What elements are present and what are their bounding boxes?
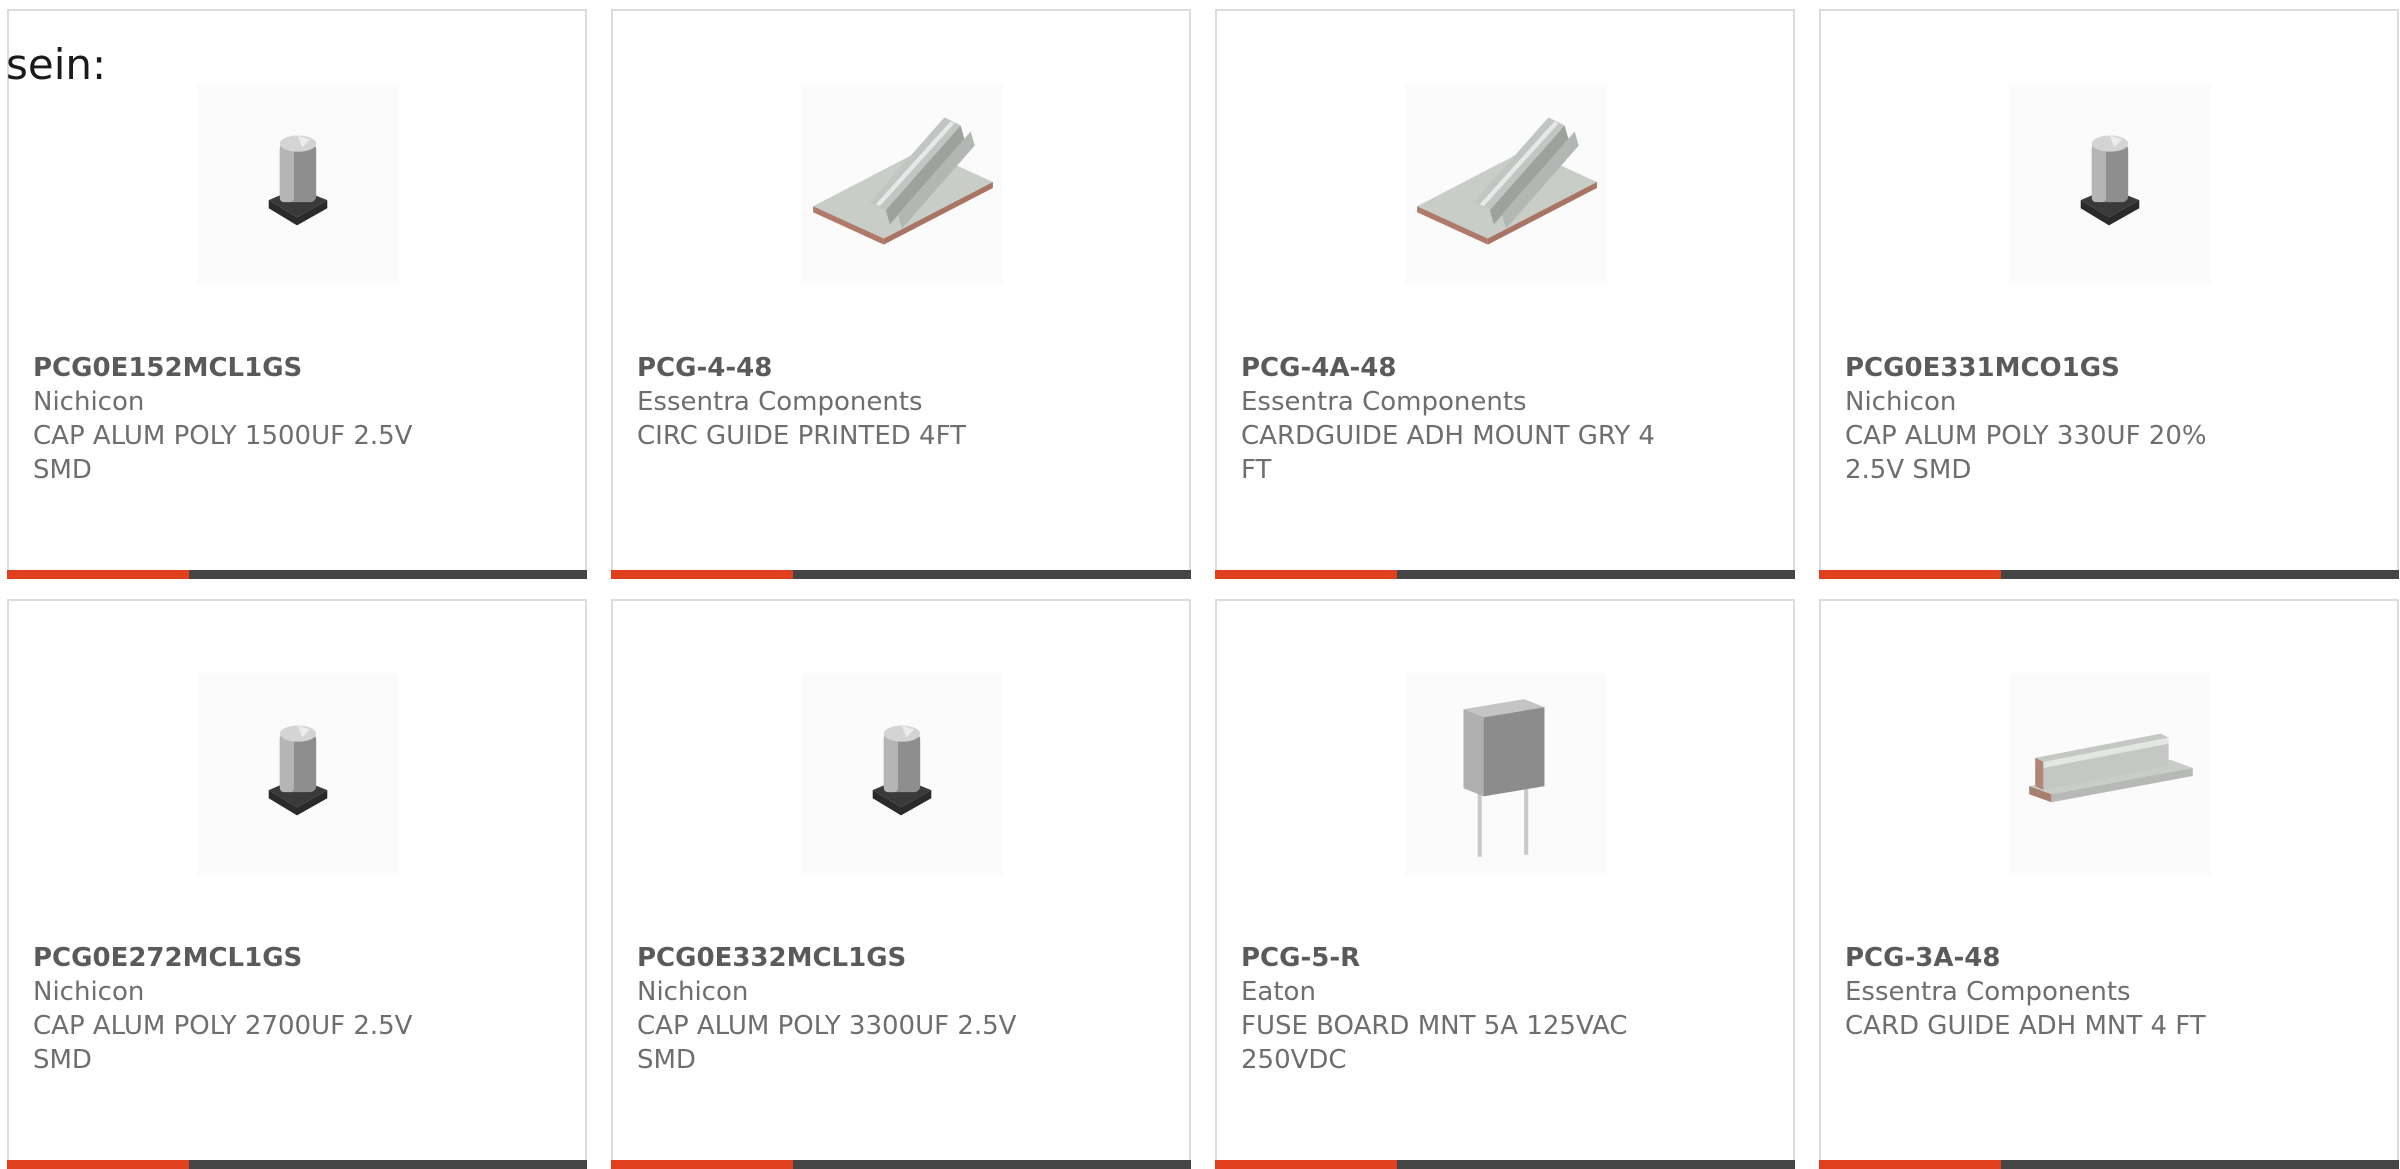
product-info: PCG-4-48 Essentra Components CIRC GUIDE … [637, 351, 1057, 453]
description: FUSE BOARD MNT 5A 125VAC 250VDC [1241, 1011, 1628, 1075]
product-info: PCG0E332MCL1GS Nichicon CAP ALUM POLY 33… [637, 941, 1057, 1077]
description: CIRC GUIDE PRINTED 4FT [637, 421, 966, 451]
card-footer-bar [1819, 1160, 2399, 1169]
card-accent [1819, 1160, 2001, 1169]
intro-text: sein: [6, 40, 107, 89]
description: CAP ALUM POLY 3300UF 2.5V SMD [637, 1011, 1017, 1075]
product-info: PCG-3A-48 Essentra Components CARD GUIDE… [1845, 941, 2265, 1043]
manufacturer: Nichicon [1845, 387, 1957, 417]
part-number[interactable]: PCG0E331MCO1GS [1845, 351, 2265, 385]
product-image[interactable] [801, 83, 1003, 285]
product-image[interactable] [197, 673, 399, 875]
product-card[interactable]: PCG-3A-48 Essentra Components CARD GUIDE… [1819, 599, 2399, 1169]
smd-capacitor-icon [872, 725, 932, 816]
card-accent [7, 1160, 189, 1169]
product-card[interactable]: PCG-4-48 Essentra Components CIRC GUIDE … [611, 9, 1191, 579]
card-footer-bar [1819, 570, 2399, 579]
card-accent [611, 570, 793, 579]
product-info: PCG0E331MCO1GS Nichicon CAP ALUM POLY 33… [1845, 351, 2265, 487]
product-card[interactable]: PCG-4A-48 Essentra Components CARDGUIDE … [1215, 9, 1795, 579]
product-info: PCG0E152MCL1GS Nichicon CAP ALUM POLY 15… [33, 351, 453, 487]
fuse-icon [1463, 699, 1545, 857]
product-card[interactable]: PCG0E152MCL1GS Nichicon CAP ALUM POLY 15… [7, 9, 587, 579]
part-number[interactable]: PCG-3A-48 [1845, 941, 2265, 975]
product-image[interactable] [2009, 673, 2211, 875]
card-footer-bar [1215, 570, 1795, 579]
part-number[interactable]: PCG-4A-48 [1241, 351, 1661, 385]
manufacturer: Nichicon [33, 977, 145, 1007]
description: CARD GUIDE ADH MNT 4 FT [1845, 1011, 2206, 1041]
manufacturer: Essentra Components [1241, 387, 1527, 417]
product-image[interactable] [1405, 673, 1607, 875]
smd-capacitor-icon [268, 135, 328, 226]
card-accent [7, 570, 189, 579]
card-guide-icon [1417, 117, 1597, 245]
manufacturer: Eaton [1241, 977, 1316, 1007]
product-card[interactable]: PCG0E331MCO1GS Nichicon CAP ALUM POLY 33… [1819, 9, 2399, 579]
product-card[interactable]: PCG0E332MCL1GS Nichicon CAP ALUM POLY 33… [611, 599, 1191, 1169]
card-footer-bar [611, 1160, 1191, 1169]
manufacturer: Essentra Components [637, 387, 923, 417]
smd-capacitor-icon [268, 725, 328, 816]
card-footer-bar [7, 1160, 587, 1169]
description: CAP ALUM POLY 330UF 20% 2.5V SMD [1845, 421, 2207, 485]
card-accent [1819, 570, 2001, 579]
card-footer-bar [611, 570, 1191, 579]
description: CARDGUIDE ADH MOUNT GRY 4 FT [1241, 421, 1655, 485]
part-number[interactable]: PCG0E272MCL1GS [33, 941, 453, 975]
card-accent [1215, 1160, 1397, 1169]
product-grid: PCG0E152MCL1GS Nichicon CAP ALUM POLY 15… [7, 9, 2399, 1169]
card-accent [1215, 570, 1397, 579]
card-guide-icon [813, 117, 993, 245]
product-image[interactable] [197, 83, 399, 285]
card-footer-bar [7, 570, 587, 579]
card-footer-bar [1215, 1160, 1795, 1169]
product-card[interactable]: PCG-5-R Eaton FUSE BOARD MNT 5A 125VAC 2… [1215, 599, 1795, 1169]
product-image[interactable] [801, 673, 1003, 875]
manufacturer: Essentra Components [1845, 977, 2131, 1007]
product-image[interactable] [2009, 83, 2211, 285]
product-info: PCG-4A-48 Essentra Components CARDGUIDE … [1241, 351, 1661, 487]
product-info: PCG-5-R Eaton FUSE BOARD MNT 5A 125VAC 2… [1241, 941, 1661, 1077]
description: CAP ALUM POLY 1500UF 2.5V SMD [33, 421, 413, 485]
card-accent [611, 1160, 793, 1169]
manufacturer: Nichicon [33, 387, 145, 417]
manufacturer: Nichicon [637, 977, 749, 1007]
part-number[interactable]: PCG-4-48 [637, 351, 1057, 385]
card-guide-flat-icon [2029, 733, 2193, 803]
product-image[interactable] [1405, 83, 1607, 285]
part-number[interactable]: PCG0E332MCL1GS [637, 941, 1057, 975]
description: CAP ALUM POLY 2700UF 2.5V SMD [33, 1011, 413, 1075]
product-info: PCG0E272MCL1GS Nichicon CAP ALUM POLY 27… [33, 941, 453, 1077]
part-number[interactable]: PCG-5-R [1241, 941, 1661, 975]
smd-capacitor-icon [2080, 135, 2140, 226]
product-card[interactable]: PCG0E272MCL1GS Nichicon CAP ALUM POLY 27… [7, 599, 587, 1169]
part-number[interactable]: PCG0E152MCL1GS [33, 351, 453, 385]
